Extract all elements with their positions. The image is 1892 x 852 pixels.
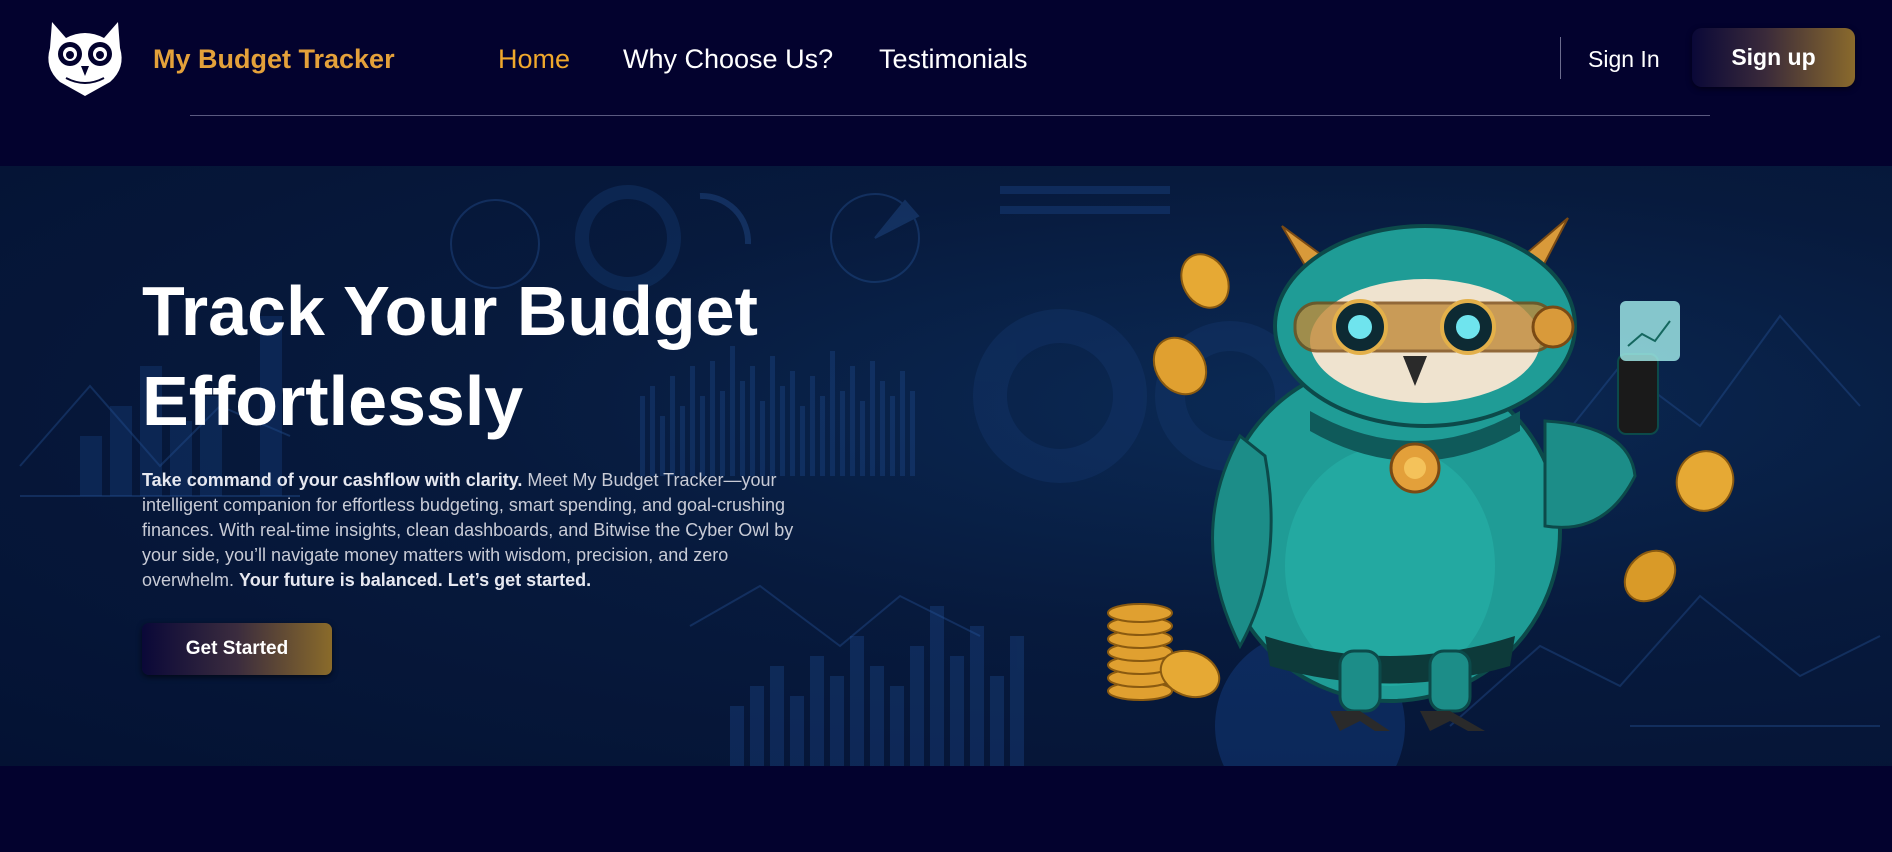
navbar-divider-line: [190, 115, 1710, 116]
hero-section: Track Your Budget Effortlessly Take comm…: [0, 166, 1892, 766]
sign-up-button[interactable]: Sign up: [1692, 28, 1855, 87]
nav-divider: [1560, 37, 1561, 79]
brand-name[interactable]: My Budget Tracker: [153, 44, 395, 75]
hero-description-lead: Take command of your cashflow with clari…: [142, 470, 523, 490]
coin-stack-icon: [1107, 603, 1221, 701]
page-bottom-band: [0, 766, 1892, 852]
nav-link-why-choose-us[interactable]: Why Choose Us?: [623, 44, 833, 75]
navbar: My Budget Tracker Home Why Choose Us? Te…: [0, 0, 1892, 166]
hero-title: Track Your Budget Effortlessly: [142, 266, 842, 446]
get-started-button[interactable]: Get Started: [142, 623, 332, 675]
hero-description-close: Your future is balanced. Let’s get start…: [239, 570, 592, 590]
cyber-owl-illustration: [1107, 217, 1735, 731]
nav-link-home[interactable]: Home: [498, 44, 570, 75]
hero-title-line1: Track Your Budget: [142, 272, 758, 350]
hero-description: Take command of your cashflow with clari…: [142, 468, 802, 593]
nav-link-testimonials[interactable]: Testimonials: [879, 44, 1028, 75]
hero-title-line2: Effortlessly: [142, 362, 524, 440]
sign-in-link[interactable]: Sign In: [1588, 46, 1660, 73]
owl-logo-icon[interactable]: [44, 18, 126, 98]
